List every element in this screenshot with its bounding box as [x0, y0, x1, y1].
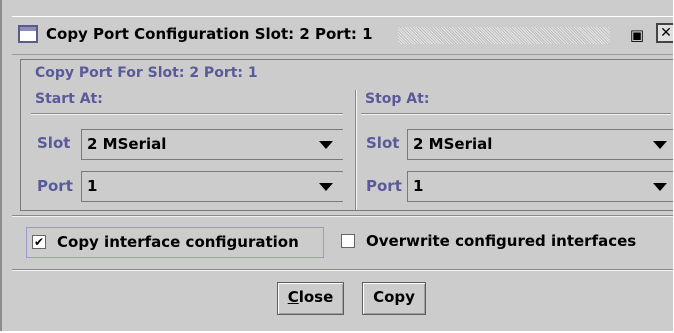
window-title: Copy Port Configuration Slot: 2 Port: 1 [46, 25, 373, 43]
copy-interface-checkbox[interactable]: ✔ [32, 235, 46, 249]
start-slot-value: 2 MSerial [87, 135, 167, 153]
stop-port-value: 1 [413, 177, 424, 195]
close-button-label: lose [298, 288, 334, 306]
copy-button[interactable]: Copy [362, 282, 426, 315]
start-slot-label: Slot [37, 134, 71, 152]
start-slot-select[interactable]: 2 MSerial [81, 129, 343, 160]
title-bar[interactable]: Copy Port Configuration Slot: 2 Port: 1 … [12, 16, 673, 55]
stop-slot-select[interactable]: 2 MSerial [407, 129, 673, 160]
start-port-label: Port [37, 177, 73, 195]
start-port-select[interactable]: 1 [81, 171, 343, 202]
chevron-down-icon[interactable] [319, 183, 333, 191]
chevron-down-icon[interactable] [319, 141, 333, 149]
close-button[interactable]: Close [277, 282, 344, 315]
stop-port-select[interactable]: 1 [407, 171, 673, 202]
close-mnemonic: C [287, 288, 299, 306]
overwrite-checkbox-item[interactable]: Overwrite configured interfaces [336, 227, 668, 258]
stop-slot-label: Slot [366, 134, 400, 152]
stop-at-divider [361, 113, 671, 115]
stop-port-label: Port [366, 177, 402, 195]
overwrite-checkbox[interactable] [341, 234, 355, 248]
window-icon [18, 25, 38, 43]
buttons-divider [12, 269, 673, 271]
stop-slot-value: 2 MSerial [413, 135, 493, 153]
options-top-divider [12, 215, 673, 217]
chevron-down-icon[interactable] [653, 141, 667, 149]
title-drag-grip[interactable] [398, 27, 610, 44]
start-port-value: 1 [87, 177, 98, 195]
panel-title: Copy Port For Slot: 2 Port: 1 [35, 65, 258, 81]
copy-interface-checkbox-item[interactable]: ✔ Copy interface configuration [26, 227, 324, 258]
stop-at-title: Stop At: [365, 91, 430, 107]
copy-port-panel: Copy Port For Slot: 2 Port: 1 Start At: … [20, 59, 673, 211]
chevron-down-icon[interactable] [653, 183, 667, 191]
copy-button-label: Copy [373, 288, 415, 306]
close-icon[interactable]: ✕ [656, 23, 673, 43]
restore-icon[interactable]: ▣ [627, 25, 647, 45]
start-at-title: Start At: [35, 91, 103, 107]
copy-interface-label[interactable]: Copy interface configuration [57, 233, 299, 251]
copy-port-dialog: Copy Port Configuration Slot: 2 Port: 1 … [0, 0, 673, 331]
start-at-divider [31, 113, 343, 115]
overwrite-label[interactable]: Overwrite configured interfaces [366, 232, 636, 250]
group-separator [355, 90, 357, 210]
